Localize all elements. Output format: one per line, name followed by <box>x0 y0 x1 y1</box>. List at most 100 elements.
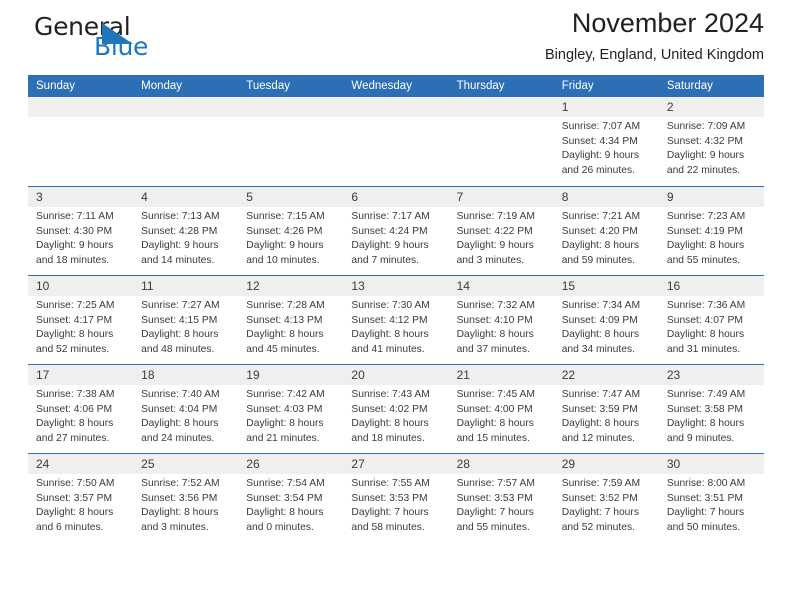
daylight-text: Daylight: 7 hours <box>456 507 534 519</box>
daylight-text: Daylight: 9 hours <box>351 240 429 252</box>
daylight-text: Daylight: 8 hours <box>561 329 639 341</box>
day-number: 13 <box>351 279 365 293</box>
daylight-text: and 0 minutes. <box>246 521 314 533</box>
calendar-day-cell[interactable]: 29 Sunrise: 7:59 AM Sunset: 3:52 PM Dayligh… <box>553 454 659 542</box>
day-number-band: 25 <box>133 454 239 474</box>
calendar-weeks: 1 Sunrise: 7:07 AM Sunset: 4:34 PM Daylight… <box>28 97 764 542</box>
logo-text-blue: Blue <box>94 32 149 61</box>
day-number-band: 8 <box>553 187 659 207</box>
day-number: 26 <box>246 457 260 471</box>
calendar-day-cell[interactable]: 9 Sunrise: 7:23 AM Sunset: 4:19 PM Daylight… <box>658 187 764 275</box>
calendar-day-cell[interactable]: 25 Sunrise: 7:52 AM Sunset: 3:56 PM Dayligh… <box>133 454 239 542</box>
calendar-day-cell[interactable]: 22 Sunrise: 7:47 AM Sunset: 3:59 PM Dayligh… <box>553 365 659 453</box>
calendar-day-cell[interactable]: 21 Sunrise: 7:45 AM Sunset: 4:00 PM Dayligh… <box>448 365 554 453</box>
calendar-day-cell[interactable]: 6 Sunrise: 7:17 AM Sunset: 4:24 PM Daylight… <box>343 187 449 275</box>
sunrise-text: Sunrise: 7:59 AM <box>561 478 641 489</box>
day-number: 8 <box>561 190 569 204</box>
daylight-text: and 55 minutes. <box>666 254 741 266</box>
day-number: 23 <box>666 368 681 382</box>
calendar-day-cell[interactable]: 13 Sunrise: 7:30 AM Sunset: 4:12 PM Dayligh… <box>343 276 449 364</box>
calendar-day-cell[interactable]: 7 Sunrise: 7:19 AM Sunset: 4:22 PM Daylight… <box>448 187 554 275</box>
day-number: 29 <box>561 457 576 471</box>
sunrise-text: Sunrise: 7:36 AM <box>666 300 746 311</box>
daylight-text: and 18 minutes. <box>36 254 110 266</box>
day-details: Sunrise: 8:00 AM Sunset: 3:51 PM Daylight:… <box>659 474 764 535</box>
calendar-day-cell[interactable]: 11 Sunrise: 7:27 AM Sunset: 4:15 PM Dayligh… <box>133 276 239 364</box>
day-details: Sunrise: 7:34 AM Sunset: 4:09 PM Daylight:… <box>554 296 659 357</box>
title-block: November 2024 Bingley, England, United K… <box>545 6 764 64</box>
day-details: Sunrise: 7:55 AM Sunset: 3:53 PM Daylight:… <box>343 474 448 535</box>
calendar-day-cell[interactable]: 10 Sunrise: 7:25 AM Sunset: 4:17 PM Dayligh… <box>28 276 134 364</box>
weekday-header-friday: Friday <box>561 80 594 92</box>
day-number-band: 26 <box>238 454 344 474</box>
weekday-header-wednesday: Wednesday <box>351 80 412 92</box>
day-number-band: 12 <box>238 276 344 296</box>
day-number: 14 <box>456 279 470 293</box>
calendar-day-cell[interactable]: 14 Sunrise: 7:32 AM Sunset: 4:10 PM Dayligh… <box>448 276 554 364</box>
calendar-week-row: 10 Sunrise: 7:25 AM Sunset: 4:17 PM Dayligh… <box>28 275 764 364</box>
day-number-band: 22 <box>553 365 659 385</box>
calendar-day-cell[interactable]: 3 Sunrise: 7:11 AM Sunset: 4:30 PM Daylight… <box>28 187 134 275</box>
calendar-day-cell[interactable]: 20 Sunrise: 7:43 AM Sunset: 4:02 PM Dayligh… <box>343 365 449 453</box>
day-number: 25 <box>141 457 155 471</box>
calendar-day-cell-empty <box>28 97 134 186</box>
daylight-text: Daylight: 8 hours <box>141 507 219 519</box>
calendar-day-cell[interactable]: 1 Sunrise: 7:07 AM Sunset: 4:34 PM Daylight… <box>553 97 659 186</box>
sunset-text: Sunset: 3:54 PM <box>246 492 323 504</box>
calendar-day-cell[interactable]: 23 Sunrise: 7:49 AM Sunset: 3:58 PM Dayligh… <box>658 365 764 453</box>
page-title: November 2024 <box>571 8 764 38</box>
sunset-text: Sunset: 4:00 PM <box>456 403 533 415</box>
day-number: 19 <box>246 368 260 382</box>
day-number-band: 1 <box>553 97 659 117</box>
sunset-text: Sunset: 3:59 PM <box>561 403 638 415</box>
daylight-text: Daylight: 8 hours <box>666 418 745 430</box>
calendar-day-cell[interactable]: 2 Sunrise: 7:09 AM Sunset: 4:32 PM Daylight… <box>658 97 764 186</box>
day-details: Sunrise: 7:52 AM Sunset: 3:56 PM Daylight:… <box>133 474 238 535</box>
daylight-text: and 18 minutes. <box>351 432 425 444</box>
day-details: Sunrise: 7:28 AM Sunset: 4:13 PM Daylight:… <box>238 296 343 357</box>
calendar-day-cell[interactable]: 15 Sunrise: 7:34 AM Sunset: 4:09 PM Dayligh… <box>553 276 659 364</box>
day-details: Sunrise: 7:42 AM Sunset: 4:03 PM Daylight:… <box>238 385 343 446</box>
daylight-text: and 59 minutes. <box>561 254 635 266</box>
calendar-day-cell[interactable]: 4 Sunrise: 7:13 AM Sunset: 4:28 PM Daylight… <box>133 187 239 275</box>
sunrise-text: Sunrise: 7:30 AM <box>351 300 430 311</box>
daylight-text: and 27 minutes. <box>36 432 110 444</box>
daylight-text: Daylight: 8 hours <box>246 507 324 519</box>
day-details: Sunrise: 7:15 AM Sunset: 4:26 PM Daylight:… <box>238 207 343 268</box>
calendar-day-cell[interactable]: 30 Sunrise: 8:00 AM Sunset: 3:51 PM Dayligh… <box>658 454 764 542</box>
daylight-text: Daylight: 9 hours <box>36 240 114 252</box>
day-number-band: 29 <box>553 454 659 474</box>
day-number-band: 30 <box>658 454 764 474</box>
calendar-day-cell[interactable]: 24 Sunrise: 7:50 AM Sunset: 3:57 PM Dayligh… <box>28 454 134 542</box>
calendar-day-cell[interactable]: 26 Sunrise: 7:54 AM Sunset: 3:54 PM Dayligh… <box>238 454 344 542</box>
sunset-text: Sunset: 4:06 PM <box>36 403 113 415</box>
calendar-day-cell[interactable]: 17 Sunrise: 7:38 AM Sunset: 4:06 PM Dayligh… <box>28 365 134 453</box>
day-number: 10 <box>36 279 50 293</box>
general-blue-logo[interactable]: General Blue <box>34 12 264 68</box>
calendar-day-cell[interactable]: 28 Sunrise: 7:57 AM Sunset: 3:53 PM Dayligh… <box>448 454 554 542</box>
day-details: Sunrise: 7:38 AM Sunset: 4:06 PM Daylight:… <box>28 385 133 446</box>
day-details: Sunrise: 7:45 AM Sunset: 4:00 PM Daylight:… <box>449 385 554 446</box>
calendar-day-cell[interactable]: 5 Sunrise: 7:15 AM Sunset: 4:26 PM Daylight… <box>238 187 344 275</box>
calendar-week-row: 3 Sunrise: 7:11 AM Sunset: 4:30 PM Daylight… <box>28 186 764 275</box>
daylight-text: Daylight: 8 hours <box>666 329 745 341</box>
calendar-week-row: 24 Sunrise: 7:50 AM Sunset: 3:57 PM Dayligh… <box>28 453 764 542</box>
calendar-day-cell[interactable]: 27 Sunrise: 7:55 AM Sunset: 3:53 PM Dayligh… <box>343 454 449 542</box>
calendar-day-cell[interactable]: 8 Sunrise: 7:21 AM Sunset: 4:20 PM Daylight… <box>553 187 659 275</box>
daylight-text: Daylight: 8 hours <box>246 329 324 341</box>
day-number-band <box>238 97 344 117</box>
day-details: Sunrise: 7:47 AM Sunset: 3:59 PM Daylight:… <box>554 385 659 446</box>
day-number: 28 <box>456 457 470 471</box>
sunrise-text: Sunrise: 7:42 AM <box>246 389 325 400</box>
day-details: Sunrise: 7:36 AM Sunset: 4:07 PM Daylight:… <box>659 296 764 357</box>
daylight-text: and 37 minutes. <box>456 343 530 355</box>
sunrise-text: Sunrise: 7:47 AM <box>561 389 641 400</box>
daylight-text: and 24 minutes. <box>141 432 215 444</box>
daylight-text: Daylight: 8 hours <box>561 240 639 252</box>
day-details: Sunrise: 7:09 AM Sunset: 4:32 PM Daylight:… <box>659 117 764 178</box>
calendar-day-cell[interactable]: 12 Sunrise: 7:28 AM Sunset: 4:13 PM Dayligh… <box>238 276 344 364</box>
calendar-day-cell-empty <box>133 97 239 186</box>
calendar-day-cell[interactable]: 16 Sunrise: 7:36 AM Sunset: 4:07 PM Dayligh… <box>658 276 764 364</box>
calendar-day-cell[interactable]: 18 Sunrise: 7:40 AM Sunset: 4:04 PM Dayligh… <box>133 365 239 453</box>
calendar-day-cell[interactable]: 19 Sunrise: 7:42 AM Sunset: 4:03 PM Dayligh… <box>238 365 344 453</box>
